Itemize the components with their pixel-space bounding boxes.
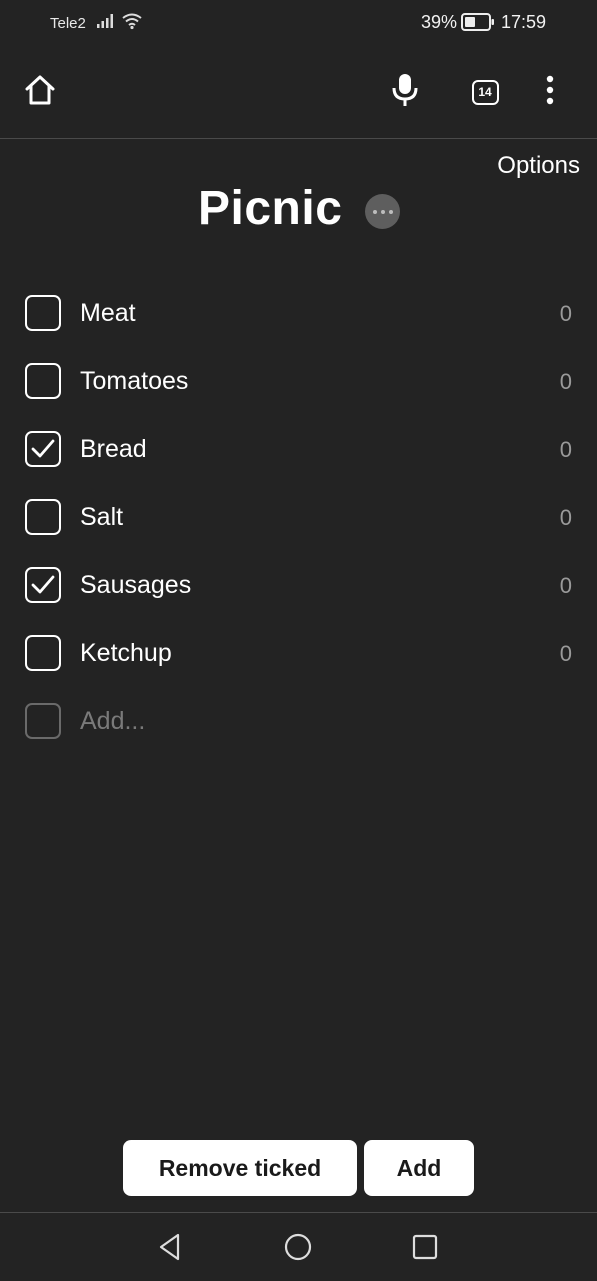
carrier-name: Tele2 xyxy=(50,15,86,32)
clock: 17:59 xyxy=(501,12,547,32)
back-triangle-icon xyxy=(159,1233,180,1261)
list-item: Sausages 0 xyxy=(0,552,597,620)
item-checkbox-checked[interactable] xyxy=(25,567,61,603)
checkmark-icon xyxy=(31,575,55,594)
item-quantity[interactable]: 0 xyxy=(560,369,572,395)
wifi-icon xyxy=(121,12,143,35)
status-bar: Tele2 39% 17:59 xyxy=(0,0,597,46)
item-quantity[interactable]: 0 xyxy=(560,573,572,599)
list-item: Tomatoes 0 xyxy=(0,348,597,416)
remove-ticked-button[interactable]: Remove ticked xyxy=(123,1140,357,1196)
item-label[interactable]: Sausages xyxy=(80,571,191,600)
item-label[interactable]: Ketchup xyxy=(80,639,172,668)
list-item: Bread 0 xyxy=(0,416,597,484)
nav-home-button[interactable] xyxy=(278,1227,318,1267)
home-button[interactable] xyxy=(18,70,62,114)
item-quantity[interactable]: 0 xyxy=(560,641,572,667)
list-menu-button[interactable] xyxy=(365,194,400,229)
nav-back-button[interactable] xyxy=(150,1227,190,1267)
more-vertical-icon xyxy=(545,75,555,110)
more-options-button[interactable] xyxy=(532,70,568,114)
battery-percent: 39% xyxy=(421,12,458,32)
item-checkbox[interactable] xyxy=(25,295,61,331)
add-item-row[interactable]: Add... xyxy=(0,688,597,756)
signal-icon xyxy=(96,13,116,34)
add-item-checkbox xyxy=(25,703,61,739)
item-checkbox[interactable] xyxy=(25,635,61,671)
item-checkbox-checked[interactable] xyxy=(25,431,61,467)
item-label[interactable]: Bread xyxy=(80,435,147,464)
list-item: Meat 0 xyxy=(0,280,597,348)
item-quantity[interactable]: 0 xyxy=(560,437,572,463)
tabs-count: 14 xyxy=(478,85,492,99)
item-label[interactable]: Tomatoes xyxy=(80,367,188,396)
item-quantity[interactable]: 0 xyxy=(560,301,572,327)
battery-icon xyxy=(461,12,495,37)
tabs-icon: 14 xyxy=(471,79,499,105)
nav-recents-button[interactable] xyxy=(405,1227,445,1267)
list-item: Ketchup 0 xyxy=(0,620,597,688)
checkmark-icon xyxy=(31,439,55,458)
add-button[interactable]: Add xyxy=(364,1140,474,1196)
recents-square-icon xyxy=(412,1234,438,1260)
system-nav-bar xyxy=(0,1212,597,1281)
microphone-icon xyxy=(391,72,419,113)
list-item: Salt 0 xyxy=(0,484,597,552)
item-checkbox[interactable] xyxy=(25,499,61,535)
options-link[interactable]: Options xyxy=(497,152,580,180)
add-item-input[interactable]: Add... xyxy=(80,707,145,736)
item-label[interactable]: Salt xyxy=(80,503,123,532)
ellipsis-icon xyxy=(372,209,377,214)
voice-input-button[interactable] xyxy=(384,70,426,114)
home-icon xyxy=(23,74,57,111)
page-title: Picnic xyxy=(198,182,343,235)
tabs-button[interactable]: 14 xyxy=(463,70,507,114)
home-circle-icon xyxy=(284,1233,312,1261)
top-toolbar: 14 xyxy=(0,46,597,139)
item-quantity[interactable]: 0 xyxy=(560,505,572,531)
item-label[interactable]: Meat xyxy=(80,299,136,328)
item-checkbox[interactable] xyxy=(25,363,61,399)
